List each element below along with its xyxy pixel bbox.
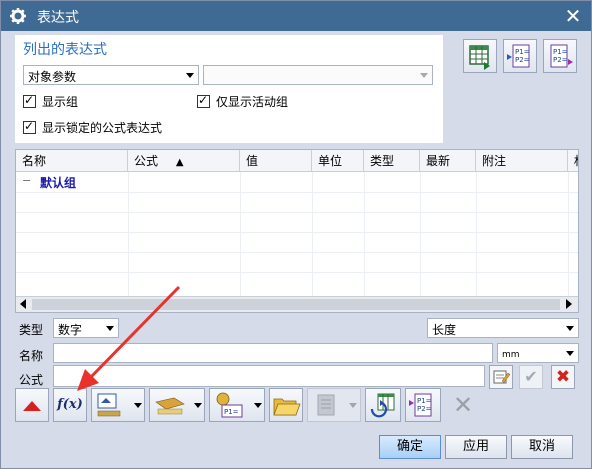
delete-x-icon: ✕ — [452, 391, 474, 419]
unit-dropdown[interactable]: mm — [497, 343, 579, 363]
close-icon[interactable]: ✕ — [561, 4, 585, 28]
svg-text:P2=: P2= — [553, 56, 568, 64]
import-icon: P1= P2= — [507, 44, 530, 68]
show-locked-label: 显示锁定的公式表达式 — [42, 121, 163, 135]
red-triangle-up-icon — [23, 401, 41, 411]
column-header-type[interactable]: 类型 — [364, 150, 420, 172]
unit-dropdown-value: mm — [502, 350, 520, 360]
gear-icon — [10, 8, 26, 24]
expression-dialog: 表达式 ✕ 列出的表达式 对象参数 显示组 仅显示活动组 显示锁定的公式表达式 — [0, 0, 592, 469]
column-header-more[interactable]: 权 — [568, 150, 578, 172]
move-up-button[interactable] — [15, 388, 49, 422]
refresh-spreadsheet-button[interactable] — [365, 388, 401, 422]
apply-button[interactable]: 应用 — [445, 435, 507, 459]
table-row[interactable]: − 默认组 — [16, 173, 576, 191]
spreadsheet-edit-button[interactable] — [463, 39, 497, 73]
group-name: 默认组 — [40, 176, 77, 190]
reject-edit-button[interactable]: ✖ — [551, 365, 575, 389]
red-x-icon: ✖ — [555, 367, 571, 387]
listed-expressions-panel: 列出的表达式 对象参数 显示组 仅显示活动组 显示锁定的公式表达式 — [15, 35, 443, 143]
export-expressions-button[interactable]: P1= P2= — [543, 39, 577, 73]
export-expressions-button-2[interactable]: P1= P2= — [405, 388, 441, 422]
svg-text:P1=: P1= — [553, 48, 568, 56]
filter-dropdown-value: 对象参数 — [28, 70, 77, 84]
show-groups-checkbox[interactable]: 显示组 — [23, 93, 78, 110]
column-header-notes[interactable]: 附注 — [476, 150, 568, 172]
title-bar: 表达式 ✕ — [1, 1, 591, 31]
folder-icon — [273, 398, 301, 416]
table-header: 名称 公式 ▲ 值 单位 类型 最新 附注 权 — [16, 150, 578, 172]
chevron-down-icon — [566, 326, 574, 331]
column-header-value[interactable]: 值 — [240, 150, 312, 172]
column-header-formula-label: 公式 — [134, 154, 159, 168]
spreadsheet-icon — [469, 45, 490, 70]
chevron-down-icon — [420, 73, 428, 78]
filter-dropdown[interactable]: 对象参数 — [23, 65, 199, 85]
scroll-left-icon[interactable] — [20, 299, 26, 309]
sort-ascending-icon: ▲ — [175, 157, 184, 168]
checkbox-check-icon — [23, 119, 36, 134]
chevron-down-icon — [566, 351, 574, 356]
scroll-right-icon[interactable] — [566, 299, 572, 309]
list-button-disabled[interactable] — [307, 388, 361, 422]
annotation-arrow — [77, 285, 181, 391]
checkbox-check-icon — [197, 93, 210, 108]
only-active-group-label: 仅显示活动组 — [216, 95, 289, 109]
list-icon — [317, 394, 335, 416]
chevron-down-icon — [186, 73, 194, 78]
dimension-dropdown[interactable]: 长度 — [427, 318, 579, 338]
name-label: 名称 — [19, 349, 44, 363]
open-file-button[interactable] — [269, 388, 303, 422]
column-header-unit[interactable]: 单位 — [312, 150, 364, 172]
section-title: 列出的表达式 — [23, 42, 107, 58]
column-header-formula[interactable]: 公式 ▲ — [128, 150, 240, 172]
dimension-dropdown-value: 长度 — [432, 323, 457, 337]
dialog-title: 表达式 — [37, 10, 79, 26]
edit-note-icon — [493, 370, 511, 384]
show-locked-checkbox[interactable]: 显示锁定的公式表达式 — [23, 119, 162, 136]
edit-formula-button[interactable] — [489, 365, 513, 389]
filter-value-dropdown[interactable] — [203, 65, 433, 85]
import-expressions-button[interactable]: P1= P2= — [503, 39, 537, 73]
svg-text:P1=: P1= — [515, 48, 530, 56]
type-label: 类型 — [19, 323, 44, 337]
only-active-group-checkbox[interactable]: 仅显示活动组 — [197, 93, 288, 110]
chevron-down-icon — [349, 403, 357, 408]
export-icon: P1= P2= — [409, 393, 432, 417]
svg-text:P1=: P1= — [417, 397, 432, 405]
svg-text:P2=: P2= — [515, 56, 530, 64]
ok-button[interactable]: 确定 — [379, 435, 441, 459]
export-icon: P1= P2= — [550, 44, 573, 68]
delete-expression-button[interactable]: ✕ — [445, 388, 481, 422]
column-header-name[interactable]: 名称 — [16, 150, 128, 172]
spreadsheet-refresh-icon — [370, 393, 395, 418]
cancel-button[interactable]: 取消 — [511, 435, 573, 459]
checkbox-check-icon — [23, 93, 36, 108]
formula-label: 公式 — [19, 373, 44, 387]
column-header-latest[interactable]: 最新 — [420, 150, 476, 172]
show-groups-label: 显示组 — [42, 95, 79, 109]
accept-edit-button[interactable]: ✔ — [519, 365, 543, 389]
svg-text:P2=: P2= — [417, 405, 432, 413]
collapse-icon[interactable]: − — [22, 174, 31, 187]
checkmark-icon: ✔ — [524, 367, 538, 386]
